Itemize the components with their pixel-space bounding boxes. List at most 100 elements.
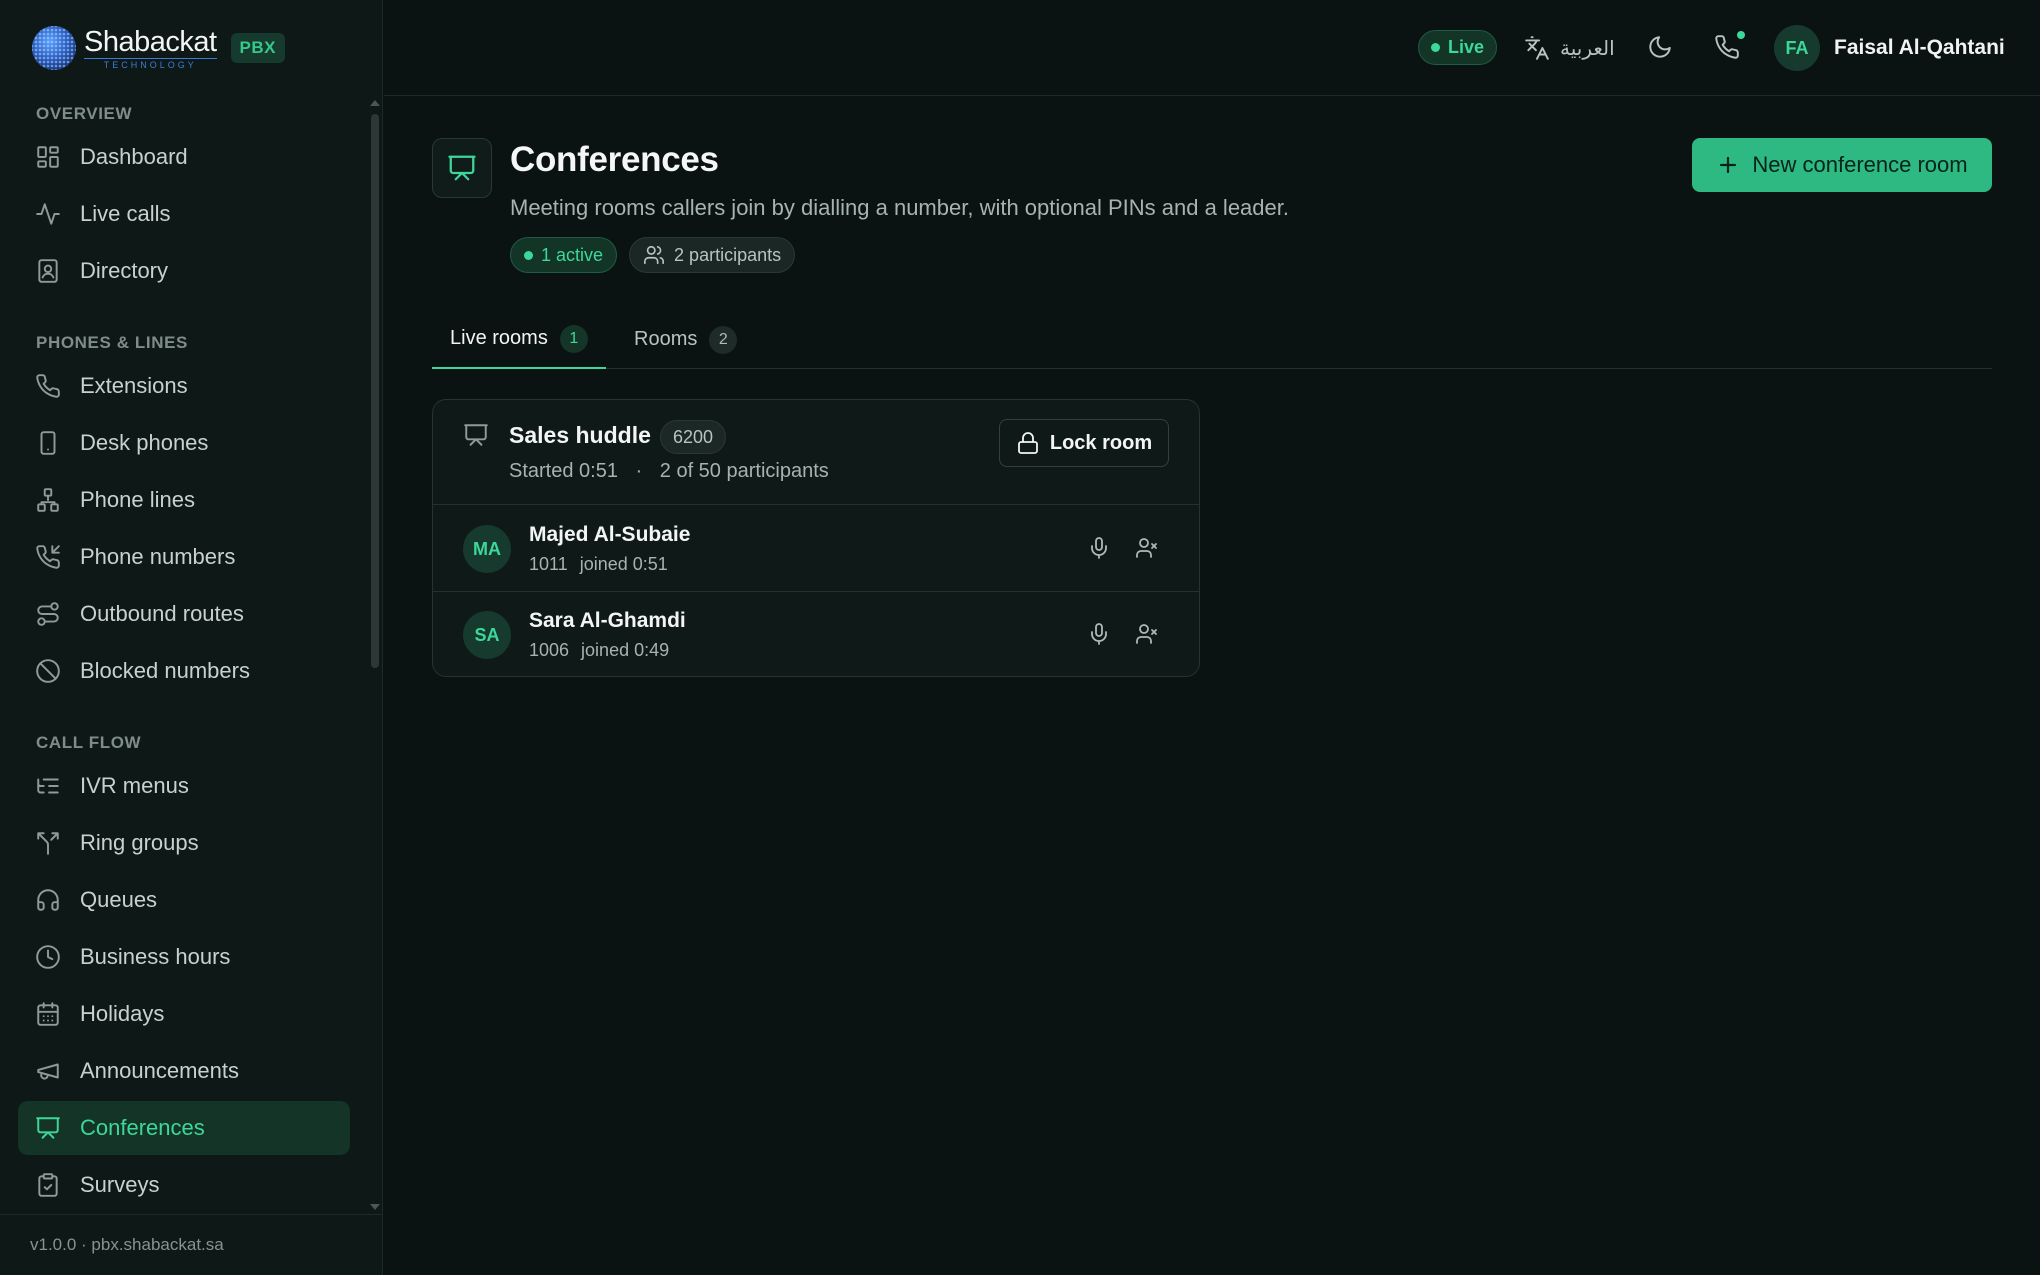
sidebar-item-label: IVR menus	[80, 773, 189, 798]
page-title: Conferences	[510, 140, 719, 179]
brand-tagline: TECHNOLOGY	[84, 57, 217, 70]
sidebar-item-business-hours[interactable]: Business hours	[18, 930, 350, 984]
page-header-icon	[432, 138, 492, 198]
user-menu[interactable]: FA Faisal Al-Qahtani	[1774, 25, 2005, 71]
sidebar-item-outbound-routes[interactable]: Outbound routes	[18, 587, 350, 641]
sidebar-item-label: Phone numbers	[80, 544, 236, 569]
user-remove-icon	[1136, 624, 1157, 644]
users-icon	[644, 245, 665, 265]
room-name: Sales huddle	[509, 422, 651, 448]
presentation-icon	[36, 1117, 60, 1139]
sidebar-item-blocked-numbers[interactable]: Blocked numbers	[18, 644, 350, 698]
sidebar-item-announcements[interactable]: Announcements	[18, 1044, 350, 1098]
mute-participant-button[interactable]	[1087, 622, 1111, 646]
sidebar-item-conferences[interactable]: Conferences	[18, 1101, 350, 1155]
sidebar-item-extensions[interactable]: Extensions	[18, 359, 350, 413]
sidebar-item-holidays[interactable]: Holidays	[18, 987, 350, 1041]
presentation-icon	[448, 155, 476, 181]
split-icon	[37, 832, 59, 855]
avatar: SA	[463, 611, 511, 659]
sidebar-item-label: Dashboard	[80, 144, 188, 169]
network-icon	[37, 488, 59, 512]
scroll-down-arrow-icon[interactable]	[370, 1204, 380, 1210]
sidebar-item-phone-numbers[interactable]: Phone numbers	[18, 530, 350, 584]
sidebar-item-label: Queues	[80, 887, 158, 912]
status-dot-icon	[524, 250, 533, 260]
sidebar-item-ivr-menus[interactable]: IVR menus	[18, 759, 350, 813]
participant-meta: 1011 joined 0:51	[529, 554, 668, 574]
sidebar-item-label: Conferences	[80, 1115, 205, 1140]
live-status-badge: Live	[1418, 30, 1498, 65]
sidebar-item-label: Live calls	[80, 201, 171, 226]
sidebar-item-live-calls[interactable]: Live calls	[18, 187, 350, 241]
sidebar: Shabackat TECHNOLOGY PBX OVERVIEW Dashbo…	[0, 0, 383, 1275]
smartphone-icon	[40, 431, 56, 455]
clock-icon	[36, 945, 60, 969]
sidebar-item-label: Extensions	[80, 373, 188, 398]
moon-icon	[1649, 36, 1671, 58]
list-tree-icon	[37, 778, 59, 794]
grid-icon	[37, 146, 59, 168]
remove-participant-button[interactable]	[1135, 536, 1159, 560]
plus-icon	[1720, 156, 1737, 174]
sidebar-item-queues[interactable]: Queues	[18, 873, 350, 927]
nav-section-title: PHONES & LINES	[36, 333, 188, 352]
room-number-badge: 6200	[660, 420, 727, 454]
sidebar-item-desk-phones[interactable]: Desk phones	[18, 416, 350, 470]
participants-count-badge: 2 participants	[629, 237, 796, 273]
tab-bar: Live rooms 1 Rooms 2	[432, 310, 1992, 369]
live-room-header: Sales huddle 6200 Started 0:51 · 2 of 50…	[433, 400, 1199, 505]
translate-icon	[1525, 36, 1549, 60]
user-remove-icon	[1136, 538, 1157, 558]
theme-toggle[interactable]	[1647, 34, 1673, 60]
language-toggle[interactable]: العربية	[1524, 30, 1615, 66]
pulse-icon	[36, 203, 60, 225]
lock-icon	[1017, 432, 1038, 454]
sidebar-item-label: Business hours	[80, 944, 231, 969]
sidebar-item-label: Ring groups	[80, 830, 199, 855]
active-count-badge: 1 active	[510, 237, 618, 273]
user-name: Faisal Al-Qahtani	[1834, 36, 2005, 59]
sidebar-item-label: Announcements	[80, 1058, 239, 1083]
contact-book-icon	[38, 259, 58, 283]
globe-logo-icon	[32, 26, 76, 70]
sidebar-item-label: Blocked numbers	[80, 658, 250, 683]
sidebar-item-dashboard[interactable]: Dashboard	[18, 130, 350, 184]
phone-incoming-icon	[36, 545, 60, 569]
sidebar-scrollbar[interactable]	[369, 96, 380, 1210]
sidebar-nav: OVERVIEW Dashboard Live calls Directory …	[18, 98, 350, 1210]
nav-section-title: CALL FLOW	[36, 733, 142, 752]
mute-participant-button[interactable]	[1087, 536, 1111, 560]
brand-logo[interactable]: Shabackat TECHNOLOGY PBX	[30, 20, 286, 76]
participant-name: Majed Al-Subaie	[529, 523, 691, 546]
tab-rooms[interactable]: Rooms 2	[634, 310, 738, 369]
megaphone-icon	[37, 1063, 59, 1080]
sidebar-item-ring-groups[interactable]: Ring groups	[18, 816, 350, 870]
sidebar-item-label: Phone lines	[80, 487, 195, 512]
scroll-thumb[interactable]	[371, 114, 379, 668]
lock-room-button[interactable]: Lock room	[999, 419, 1169, 467]
summary-chips: 1 active 2 participants	[510, 237, 807, 273]
sidebar-item-phone-lines[interactable]: Phone lines	[18, 473, 350, 527]
sidebar-item-label: Outbound routes	[80, 601, 244, 626]
remove-participant-button[interactable]	[1135, 622, 1159, 646]
language-label: العربية	[1560, 37, 1615, 60]
microphone-icon	[1091, 623, 1107, 645]
tab-count-badge: 2	[709, 325, 738, 354]
product-badge: PBX	[230, 33, 286, 63]
participant-row: MA Majed Al-Subaie 1011 joined 0:51	[433, 506, 1199, 592]
sidebar-item-directory[interactable]: Directory	[18, 244, 350, 298]
headphones-icon	[37, 889, 59, 911]
scroll-up-arrow-icon[interactable]	[370, 100, 380, 106]
sidebar-item-label: Desk phones	[80, 430, 209, 455]
tab-live-rooms[interactable]: Live rooms 1	[432, 310, 606, 369]
clipboard-check-icon	[38, 1173, 58, 1197]
room-meta: Started 0:51 · 2 of 50 participants	[509, 460, 829, 482]
sidebar-item-surveys[interactable]: Surveys	[18, 1158, 350, 1210]
calendar-icon	[37, 1002, 59, 1026]
route-icon	[37, 602, 59, 626]
participant-row: SA Sara Al-Ghamdi 1006 joined 0:49	[433, 592, 1199, 676]
new-conference-room-button[interactable]: New conference room	[1692, 138, 1992, 192]
sidebar-item-label: Holidays	[80, 1001, 165, 1026]
block-icon	[36, 659, 60, 683]
